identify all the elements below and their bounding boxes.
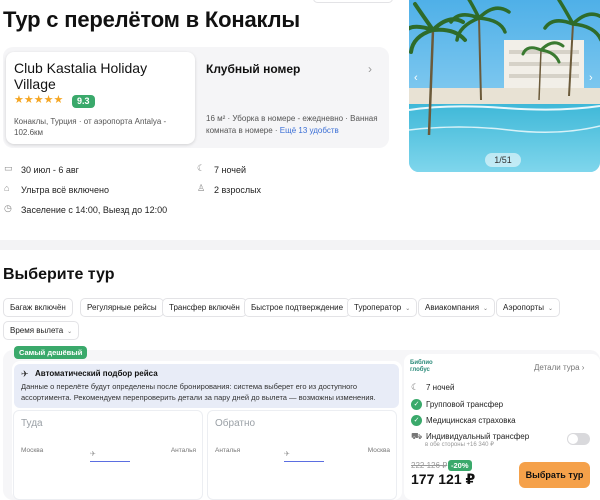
inbound-leg[interactable]: Обратно Анталья Москва ✈: [207, 410, 397, 500]
feature-transfer-text: Групповой трансфер: [426, 400, 504, 409]
outbound-leg[interactable]: Туда Москва Анталья ✈: [13, 410, 203, 500]
inbound-title: Обратно: [215, 418, 256, 429]
check-icon: ✓: [411, 399, 422, 410]
outbound-from: Москва: [21, 447, 44, 454]
filter-regular-flights[interactable]: Регулярные рейсы: [80, 298, 164, 317]
trip-guests-text: 2 взрослых: [214, 185, 262, 195]
auto-flight-text: Данные о перелёте будут определены после…: [21, 382, 376, 402]
top-tab[interactable]: [313, 0, 393, 3]
toggle-knob: [568, 434, 578, 444]
outbound-to: Анталья: [170, 447, 196, 454]
trip-nights-text: 7 ночей: [214, 165, 247, 175]
rating-badge: 9.3: [72, 95, 95, 108]
choose-tour-button[interactable]: Выбрать тур: [519, 462, 590, 488]
meal-icon: ⌂: [4, 183, 10, 193]
operator-logo-line2: глобус: [410, 367, 430, 373]
filter-airline-label: Авиакомпания: [425, 303, 480, 312]
filter-departure-time[interactable]: Время вылета ⌄: [3, 321, 80, 340]
moon-icon: ☾: [197, 163, 206, 173]
filter-operator-label: Туроператор: [354, 303, 402, 312]
private-transfer-toggle[interactable]: [567, 433, 590, 445]
operator-logo-line1: Библио: [410, 360, 433, 366]
chevron-right-icon[interactable]: ›: [368, 62, 372, 76]
filter-transfer[interactable]: Трансфер включён: [162, 298, 247, 317]
route-line: [90, 461, 130, 462]
outbound-title: Туда: [21, 418, 43, 429]
trip-checkin-text: Заселение с 14:00, Выезд до 12:00: [21, 205, 168, 215]
old-price: 222 126 ₽: [411, 461, 448, 470]
hotel-name[interactable]: Club Kastalia Holiday Village: [14, 60, 184, 92]
photo-counter: 1/51: [485, 153, 521, 167]
filter-airports[interactable]: Аэропорты ⌄: [496, 298, 560, 317]
auto-flight-title: Автоматический подбор рейса: [35, 369, 158, 378]
filter-baggage[interactable]: Багаж включён: [3, 298, 73, 317]
chevron-down-icon: ⌄: [483, 306, 489, 312]
private-transfer-price: в обе стороны +16 340 ₽: [425, 442, 494, 448]
inbound-to: Москва: [367, 447, 390, 454]
hotel-photo[interactable]: [409, 0, 600, 172]
plane-icon: ✈: [90, 451, 96, 458]
hotel-location: Конаклы, Турция · от аэропорта Antalya -…: [14, 117, 167, 137]
plane-icon: ✈: [284, 451, 290, 458]
person-icon: ♙: [197, 183, 206, 193]
check-icon: ✓: [411, 415, 422, 426]
choose-tour-title: Выберите тур: [3, 266, 115, 283]
hotel-stars: ★★★★★: [14, 94, 64, 106]
trip-meal-text: Ультра всё включено: [21, 185, 109, 195]
tour-details-link[interactable]: Детали тура ›: [534, 363, 584, 372]
room-title[interactable]: Клубный номер: [206, 62, 300, 76]
filter-airline[interactable]: Авиакомпания ⌄: [418, 298, 496, 317]
chevron-down-icon: ⌄: [67, 329, 73, 335]
moon-icon: ☾: [411, 382, 420, 392]
operator-logo: Библио глобус: [410, 360, 450, 374]
feature-insurance-text: Медицинская страховка: [426, 416, 516, 425]
chevron-down-icon: ⌄: [405, 306, 411, 312]
discount-badge: -20%: [448, 460, 472, 471]
hotel-photo-image: [409, 0, 600, 172]
filter-airports-label: Аэропорты: [503, 303, 544, 312]
section-divider: [0, 240, 600, 250]
room-more-link[interactable]: Ещё 13 удобств: [280, 126, 339, 135]
room-description: 16 м² · Уборка в номере - ежедневно · Ва…: [206, 113, 386, 137]
photo-next-icon[interactable]: ›: [589, 72, 593, 84]
filter-departure-time-label: Время вылета: [10, 326, 64, 335]
feature-private-transfer-text: Индивидуальный трансфер: [426, 432, 530, 441]
feature-nights-text: 7 ночей: [426, 383, 455, 392]
chevron-right-icon: ›: [581, 363, 585, 372]
photo-prev-icon[interactable]: ‹: [414, 72, 418, 84]
route-line: [284, 461, 324, 462]
trip-dates-text: 30 июл - 6 авг: [21, 165, 79, 175]
clock-icon: ◷: [4, 203, 12, 213]
tour-details-label: Детали тура: [534, 363, 580, 372]
car-icon: ⛟: [411, 431, 423, 441]
chevron-down-icon: ⌄: [547, 306, 553, 312]
tour-price: 177 121 ₽: [411, 471, 476, 487]
filter-operator[interactable]: Туроператор ⌄: [347, 298, 418, 317]
filter-fast-confirm[interactable]: Быстрое подтверждение: [244, 298, 351, 317]
cheapest-badge: Самый дешёвый: [14, 346, 88, 359]
inbound-from: Анталья: [215, 447, 241, 454]
page-title: Тур с перелётом в Конаклы: [3, 7, 300, 32]
calendar-icon: ▭: [4, 163, 13, 173]
plane-icon: ✈: [21, 369, 29, 379]
